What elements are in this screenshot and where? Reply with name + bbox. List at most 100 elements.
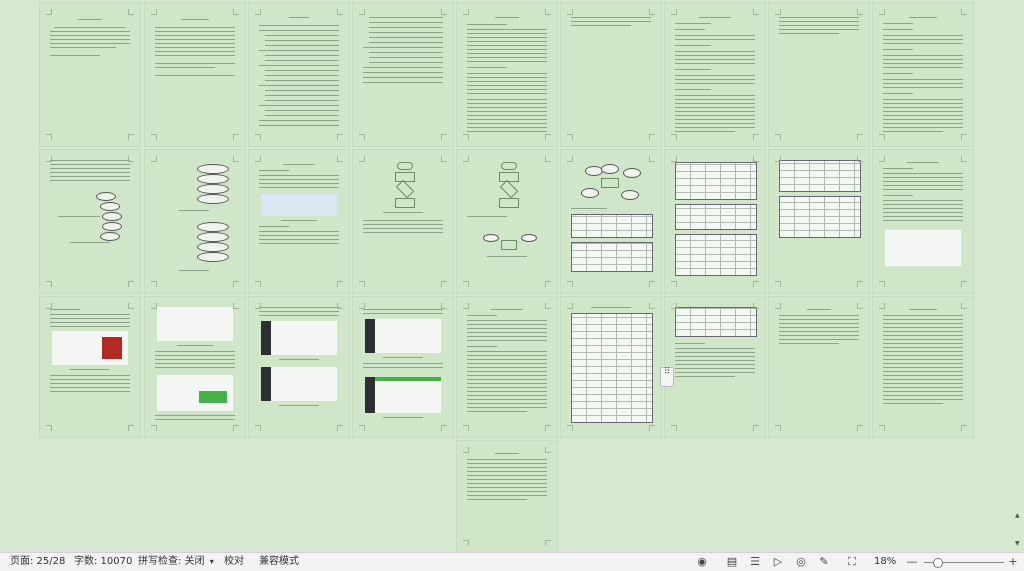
page-thumbnail[interactable]: [873, 150, 973, 293]
play-icon[interactable]: ▷: [771, 555, 785, 569]
page-thumbnail[interactable]: [40, 3, 140, 146]
page-corner-mark: [671, 425, 677, 431]
page-corner-mark: [775, 9, 781, 15]
page-corner-mark: [255, 425, 261, 431]
page-thumbnail[interactable]: [353, 297, 453, 437]
page-thumbnail[interactable]: [769, 3, 869, 146]
page-thumbnail[interactable]: [665, 297, 765, 437]
page-thumbnail[interactable]: [873, 3, 973, 146]
page-corner-mark: [857, 134, 863, 140]
page-corner-mark: [649, 156, 655, 162]
page-thumbnail[interactable]: [353, 3, 453, 146]
word-count[interactable]: 字数: 10070: [74, 555, 132, 569]
page-corner-mark: [128, 281, 134, 287]
page-corner-mark: [463, 425, 469, 431]
page-thumbnail[interactable]: [561, 3, 661, 146]
page-thumbnail[interactable]: [40, 150, 140, 293]
page-thumbnail[interactable]: [769, 150, 869, 293]
page-thumbnail[interactable]: [249, 3, 349, 146]
page-corner-mark: [255, 281, 261, 287]
page-corner-mark: [753, 281, 759, 287]
page-indicator[interactable]: 页面: 25/28: [10, 555, 65, 569]
page-corner-mark: [545, 281, 551, 287]
page-corner-mark: [567, 134, 573, 140]
eye-icon[interactable]: ◉: [695, 555, 709, 569]
page-thumbnail[interactable]: [353, 150, 453, 293]
page-corner-mark: [961, 9, 967, 15]
outline-view-icon[interactable]: ☰: [748, 555, 762, 569]
page-corner-mark: [775, 134, 781, 140]
page-corner-mark: [46, 425, 52, 431]
page-corner-mark: [649, 134, 655, 140]
page-corner-mark: [359, 156, 365, 162]
page-corner-mark: [753, 156, 759, 162]
page-thumbnail[interactable]: [457, 297, 557, 437]
scroll-up-icon[interactable]: ▲: [1015, 512, 1020, 519]
page-thumbnail[interactable]: [873, 297, 973, 437]
compat-mode-label: 兼容模式: [259, 556, 299, 567]
zoom-out-icon[interactable]: —: [905, 555, 919, 569]
page-thumbnail[interactable]: [145, 150, 245, 293]
page-corner-mark: [671, 9, 677, 15]
page-thumbnail[interactable]: [145, 3, 245, 146]
page-corner-mark: [255, 134, 261, 140]
document-canvas[interactable]: ⠿ ▲ ▼: [0, 0, 1024, 552]
fit-page-icon[interactable]: ⛶: [845, 555, 859, 569]
page-corner-mark: [753, 9, 759, 15]
page-corner-mark: [857, 9, 863, 15]
page-corner-mark: [128, 303, 134, 309]
page-thumbnail[interactable]: [457, 150, 557, 293]
page-thumbnail[interactable]: [40, 297, 140, 437]
pen-icon[interactable]: ✎: [817, 555, 831, 569]
page-thumbnail[interactable]: [457, 3, 557, 146]
web-view-icon[interactable]: ◎: [794, 555, 808, 569]
page-corner-mark: [879, 425, 885, 431]
page-corner-mark: [649, 425, 655, 431]
page-corner-mark: [441, 303, 447, 309]
page-corner-mark: [463, 281, 469, 287]
vertical-scrollbar[interactable]: ▲ ▼: [1015, 512, 1022, 552]
page-corner-mark: [46, 134, 52, 140]
page-corner-mark: [879, 9, 885, 15]
page-corner-mark: [545, 9, 551, 15]
page-corner-mark: [151, 156, 157, 162]
page-corner-mark: [775, 156, 781, 162]
page-corner-mark: [337, 425, 343, 431]
page-corner-mark: [463, 447, 469, 453]
page-corner-mark: [359, 134, 365, 140]
page-corner-mark: [649, 303, 655, 309]
page-corner-mark: [233, 281, 239, 287]
page-corner-mark: [879, 134, 885, 140]
zoom-slider-knob[interactable]: [933, 558, 943, 568]
page-thumbnail[interactable]: [249, 297, 349, 437]
page-corner-mark: [567, 156, 573, 162]
scroll-down-icon[interactable]: ▼: [1015, 540, 1020, 547]
page-thumbnail[interactable]: [769, 297, 869, 437]
page-view-icon[interactable]: ▤: [725, 555, 739, 569]
page-corner-mark: [151, 281, 157, 287]
page-corner-mark: [128, 134, 134, 140]
zoom-level[interactable]: 18%: [874, 555, 896, 569]
drag-handle-icon[interactable]: ⠿: [660, 367, 674, 387]
page-thumbnail[interactable]: [249, 150, 349, 293]
proofread-button[interactable]: 校对: [224, 555, 244, 569]
zoom-in-icon[interactable]: +: [1006, 555, 1020, 569]
page-thumbnail[interactable]: [145, 297, 245, 437]
page-corner-mark: [775, 281, 781, 287]
page-thumbnail[interactable]: [561, 297, 661, 437]
page-corner-mark: [775, 425, 781, 431]
spell-check-toggle[interactable]: 拼写检查: 关闭 ▾: [138, 555, 214, 569]
page-thumbnail[interactable]: [457, 441, 557, 552]
page-thumbnail[interactable]: [665, 3, 765, 146]
page-corner-mark: [567, 9, 573, 15]
page-corner-mark: [961, 134, 967, 140]
page-thumbnail[interactable]: [665, 150, 765, 293]
page-corner-mark: [961, 425, 967, 431]
status-bar: 页面: 25/28 字数: 10070 拼写检查: 关闭 ▾ 校对 兼容模式 ◉…: [0, 552, 1024, 571]
page-corner-mark: [441, 156, 447, 162]
page-corner-mark: [857, 425, 863, 431]
page-thumbnail[interactable]: [561, 150, 661, 293]
zoom-slider[interactable]: [924, 558, 1004, 568]
page-corner-mark: [441, 425, 447, 431]
page-corner-mark: [255, 156, 261, 162]
